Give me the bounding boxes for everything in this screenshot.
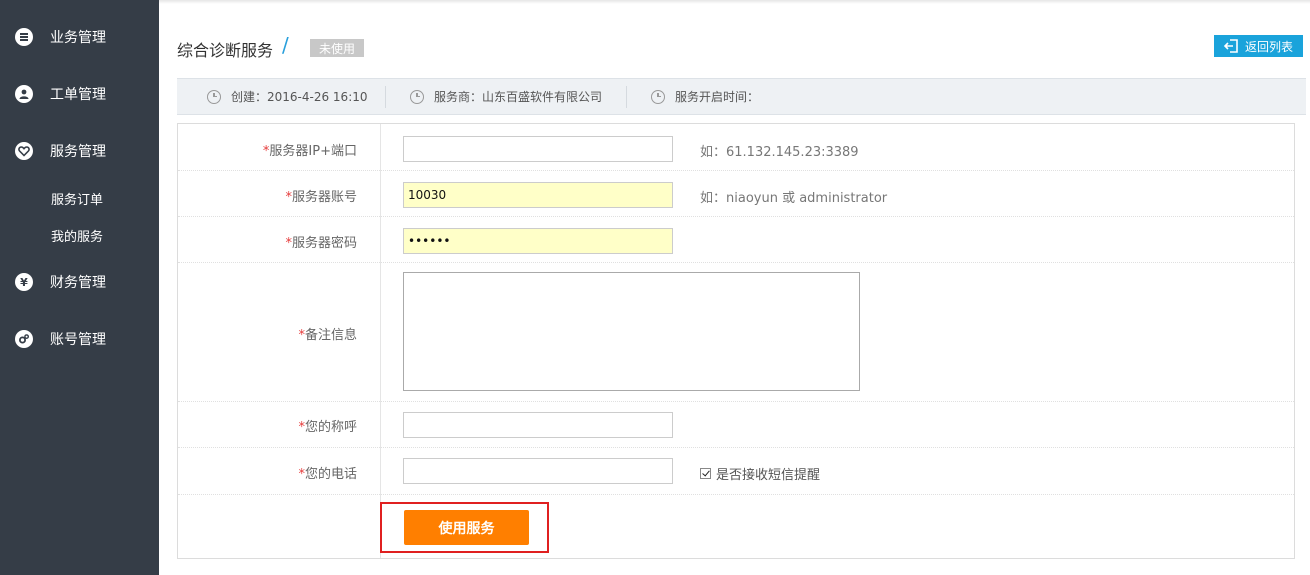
row-divider <box>178 401 1294 402</box>
remarks-textarea[interactable] <box>403 272 860 391</box>
sidebar-item-label: 服务管理 <box>50 144 106 160</box>
status-badge: 未使用 <box>310 39 364 57</box>
row-divider <box>178 447 1294 448</box>
sidebar-item-finance[interactable]: ¥ 财务管理 <box>0 262 159 302</box>
sidebar-subitem-my-services[interactable]: 我的服务 <box>51 226 103 245</box>
clock-icon <box>651 89 665 104</box>
server-account-input[interactable]: 10030 <box>403 182 673 208</box>
provider-text: 服务商：山东百盛软件有限公司 <box>434 90 603 104</box>
sms-label: 是否接收短信提醒 <box>716 468 821 483</box>
info-start-time: 服务开启时间： <box>651 79 759 114</box>
user-icon <box>15 85 33 103</box>
service-form: *服务器IP+端口 如：61.132.145.23:3389 *服务器账号 10… <box>177 123 1295 559</box>
server-password-input[interactable]: •••••• <box>403 228 673 254</box>
sidebar-item-label: 工单管理 <box>50 87 106 103</box>
field-label-ip: *服务器IP+端口 <box>262 144 357 159</box>
hint-account: 如：niaoyun 或 administrator <box>700 191 888 206</box>
exit-icon <box>1223 38 1239 54</box>
sidebar-item-business[interactable]: 业务管理 <box>0 17 159 57</box>
back-to-list-button[interactable]: 返回列表 <box>1214 35 1303 57</box>
clock-icon <box>207 89 221 104</box>
field-label-password: *服务器密码 <box>285 236 357 251</box>
row-divider <box>178 494 1294 495</box>
phone-input[interactable] <box>403 458 673 484</box>
sidebar-item-label: 业务管理 <box>50 30 106 46</box>
back-button-label: 返回列表 <box>1245 40 1294 54</box>
field-label-account: *服务器账号 <box>285 190 357 205</box>
row-divider <box>178 170 1294 171</box>
field-label-name: *您的称呼 <box>298 420 357 435</box>
start-time-text: 服务开启时间： <box>675 90 760 104</box>
hint-ip: 如：61.132.145.23:3389 <box>700 145 859 160</box>
use-service-button[interactable]: 使用服务 <box>404 510 529 545</box>
sidebar-item-services[interactable]: 服务管理 <box>0 131 159 171</box>
field-label-phone: *您的电话 <box>298 467 357 482</box>
created-text: 创建：2016-4-26 16:10 <box>231 90 368 104</box>
clock-icon <box>410 89 424 104</box>
server-ip-input[interactable] <box>403 136 673 162</box>
row-divider <box>178 262 1294 263</box>
info-bar: 创建：2016-4-26 16:10 服务商：山东百盛软件有限公司 服务开启时间… <box>177 78 1306 115</box>
sidebar-item-label: 账号管理 <box>50 332 106 348</box>
form-column-divider <box>380 124 381 558</box>
sidebar-subitem-orders[interactable]: 服务订单 <box>51 189 103 208</box>
sidebar-item-label: 财务管理 <box>50 275 106 291</box>
title-separator: / <box>282 33 289 57</box>
page-title: 综合诊断服务 <box>177 41 274 60</box>
sms-reminder-toggle[interactable]: 是否接收短信提醒 <box>700 464 820 483</box>
field-label-remarks: *备注信息 <box>298 328 357 343</box>
row-divider <box>178 216 1294 217</box>
yen-icon: ¥ <box>15 273 33 291</box>
info-created: 创建：2016-4-26 16:10 <box>207 79 368 114</box>
sms-checkbox[interactable] <box>700 468 711 479</box>
sidebar-item-tickets[interactable]: 工单管理 <box>0 74 159 114</box>
sidebar-item-account[interactable]: 账号管理 <box>0 319 159 359</box>
info-provider: 服务商：山东百盛软件有限公司 <box>410 79 602 114</box>
top-shadow <box>159 0 1310 4</box>
name-input[interactable] <box>403 412 673 438</box>
divider <box>626 86 627 108</box>
sidebar: 业务管理 工单管理 服务管理 服务订单 我的服务 ¥ 财务管理 账号管理 <box>0 0 159 575</box>
divider <box>385 86 386 108</box>
heart-icon <box>15 142 33 160</box>
list-icon <box>15 28 33 46</box>
gear-icon <box>15 330 33 348</box>
